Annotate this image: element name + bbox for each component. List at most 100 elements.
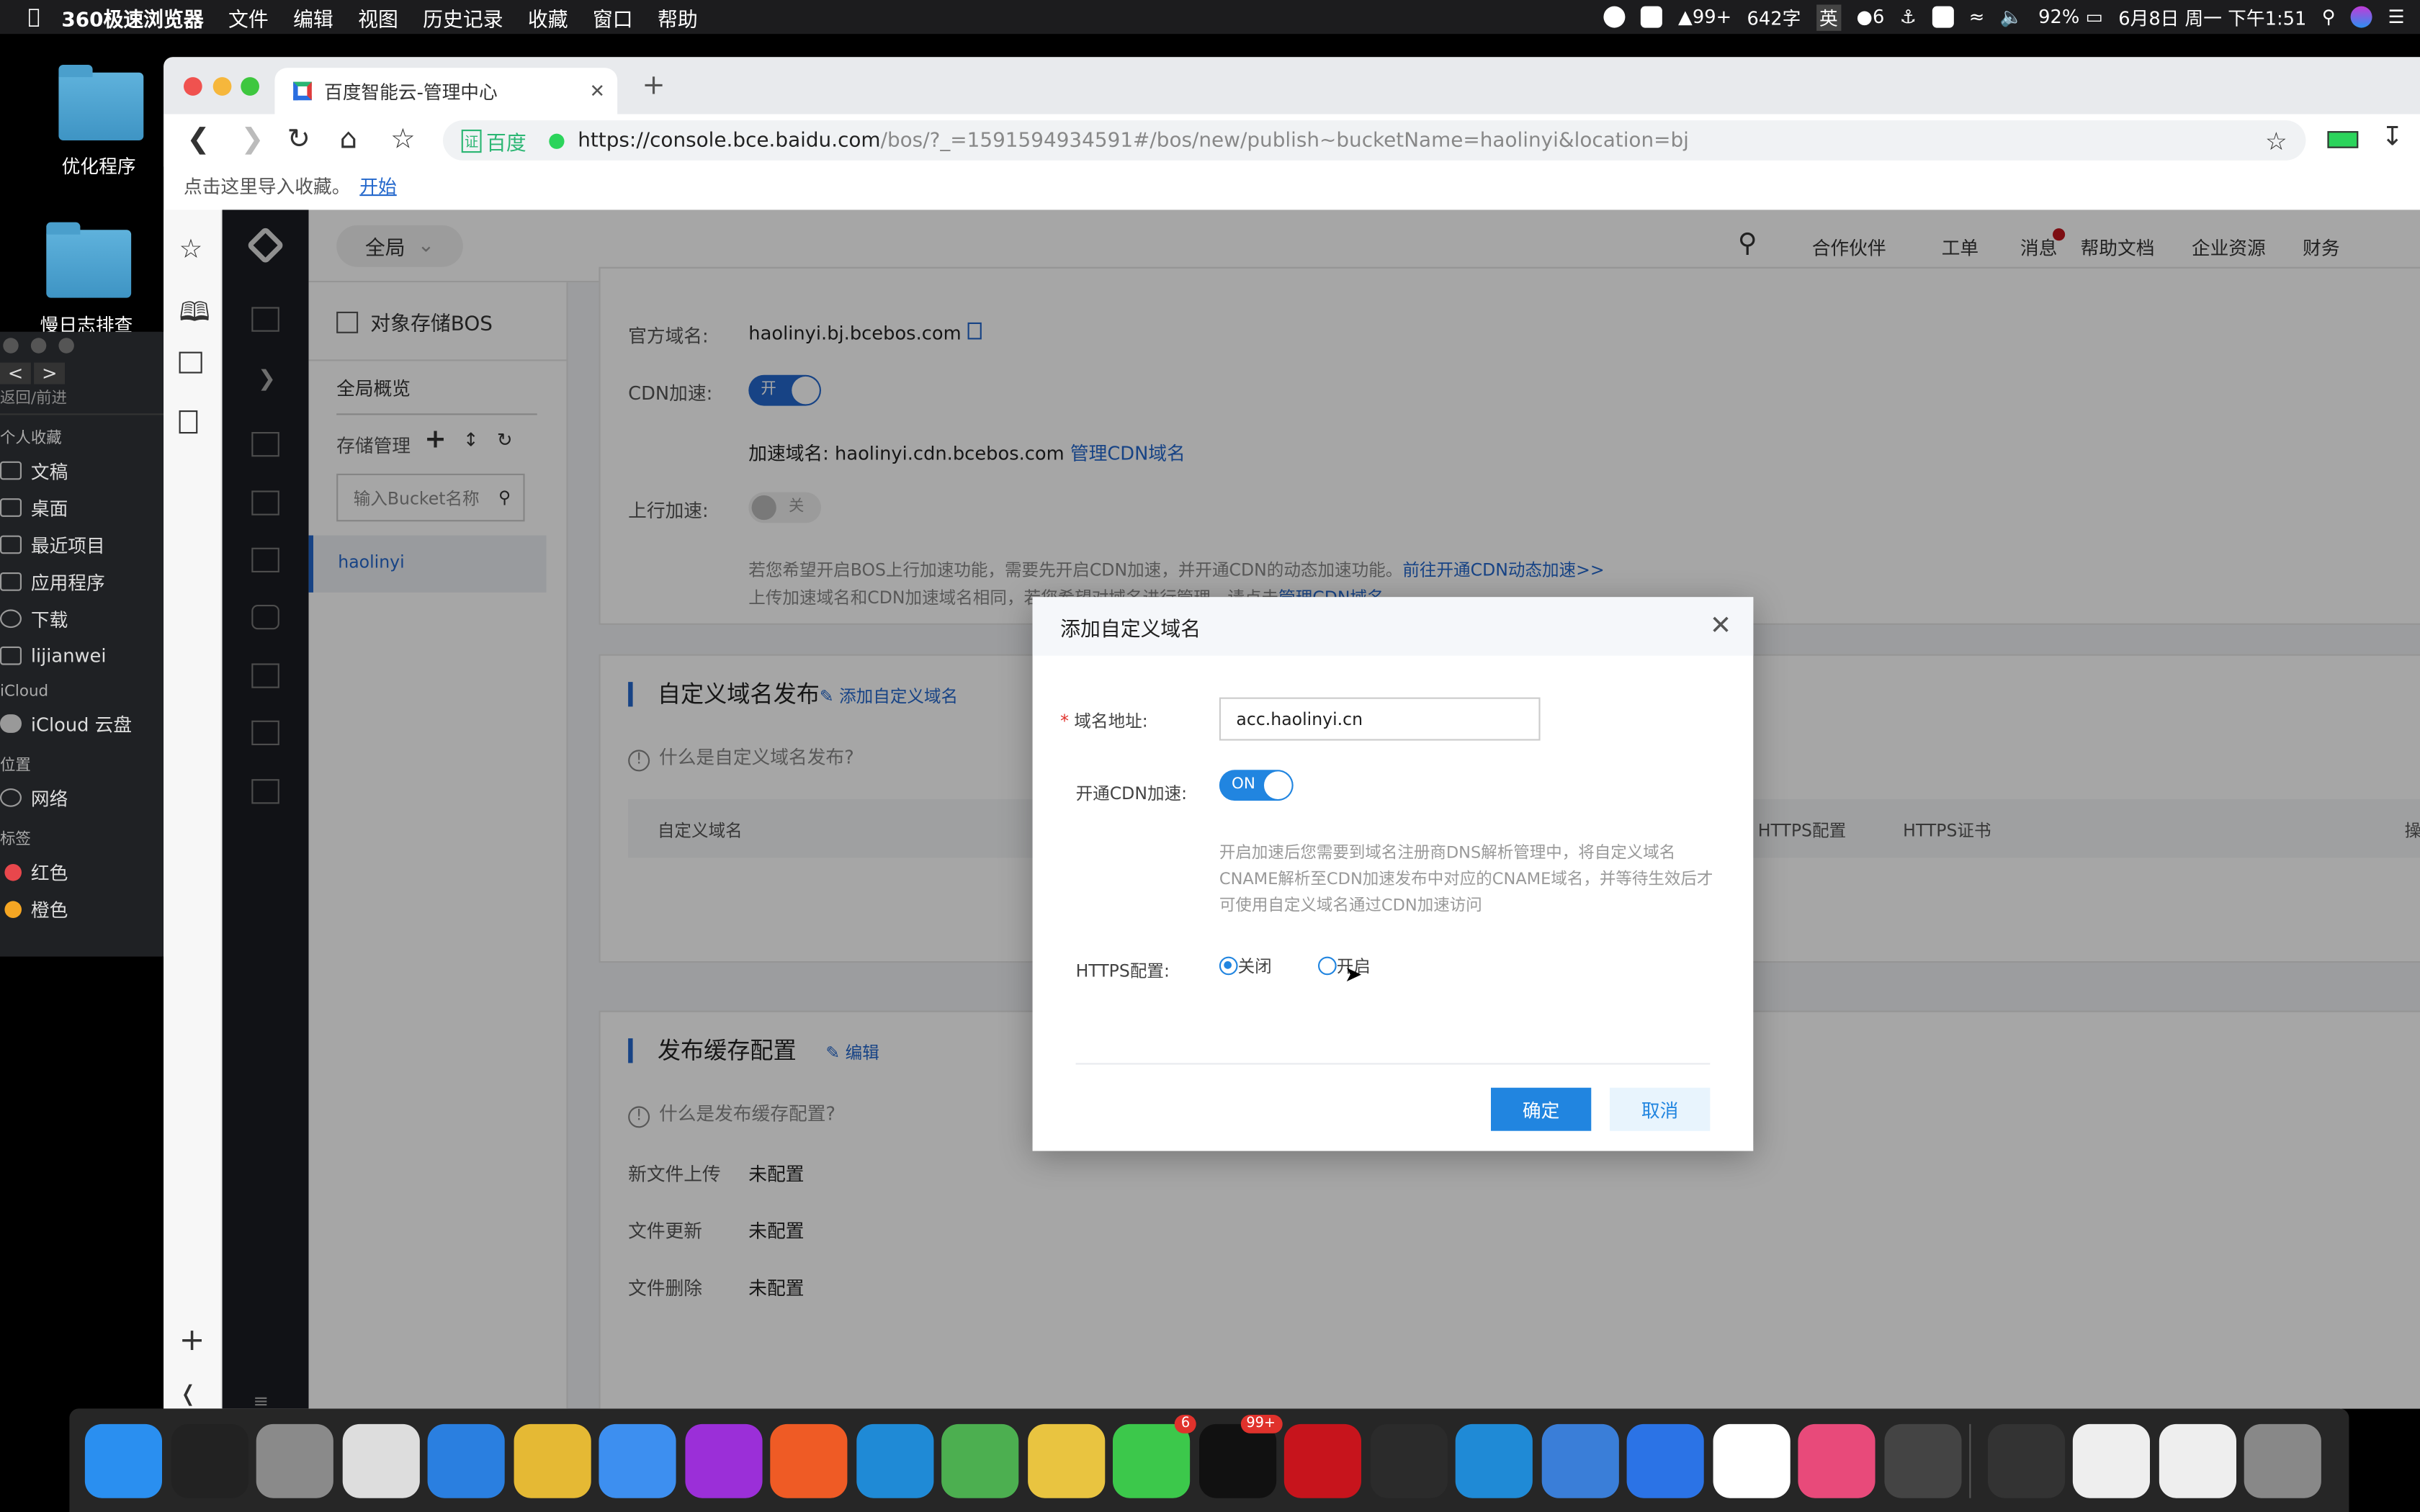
quicktime-icon[interactable]	[1883, 1423, 1961, 1498]
new-tab-button[interactable]: +	[642, 69, 665, 102]
qq-icon[interactable]: 99+	[1198, 1413, 1282, 1498]
back-button[interactable]: <	[0, 362, 31, 384]
finder-item-downloads[interactable]: 下载	[0, 600, 163, 637]
reload-icon[interactable]: ↻	[287, 123, 310, 156]
menu-file[interactable]: 文件	[228, 2, 269, 32]
collapse-sidebar-icon[interactable]: ❬	[179, 1382, 197, 1407]
record-icon[interactable]	[1604, 6, 1626, 28]
battery-status[interactable]: 92% ▭	[2038, 6, 2103, 28]
vscode-insiders-icon[interactable]	[1455, 1423, 1533, 1498]
wifi-icon[interactable]: ≈	[1969, 6, 1985, 28]
finder-item-label: 最近项目	[30, 534, 105, 557]
qq-status[interactable]: ▲99+	[1678, 6, 1731, 28]
menu-help[interactable]: 帮助	[658, 2, 698, 32]
apple-icon[interactable]: 	[28, 6, 40, 29]
https-off-radio[interactable]: 关闭	[1219, 953, 1272, 978]
window-thumb-icon[interactable]	[2158, 1423, 2236, 1498]
battery-extension-icon[interactable]	[2327, 131, 2359, 148]
maximize-window-button[interactable]	[241, 77, 259, 96]
docker-icon[interactable]: ⚓	[1900, 6, 1917, 28]
desktop-icon-label[interactable]: 优化程序	[30, 153, 169, 179]
terminal-icon[interactable]	[179, 351, 202, 374]
sequel-icon[interactable]	[1027, 1423, 1105, 1498]
menu-window[interactable]: 窗口	[593, 2, 633, 32]
dock-separator	[1969, 1423, 1971, 1498]
finder-item-recents[interactable]: 最近项目	[0, 526, 163, 563]
code-editor-icon[interactable]	[1369, 1423, 1447, 1498]
close-icon[interactable]: ✕	[1710, 611, 1732, 642]
netease-music-icon[interactable]	[1283, 1423, 1361, 1498]
launchpad-icon[interactable]	[256, 1423, 333, 1498]
finder-icon[interactable]	[84, 1423, 162, 1498]
menu-bookmarks[interactable]: 收藏	[528, 2, 568, 32]
clock[interactable]: 6月8日 周一 下午1:51	[2118, 4, 2306, 30]
menu-edit[interactable]: 编辑	[293, 2, 333, 32]
forward-button[interactable]: >	[34, 362, 66, 384]
finder-item-icloud[interactable]: iCloud 云盘	[0, 705, 163, 742]
favorite-star-icon[interactable]: ☆	[2265, 126, 2287, 156]
reading-list-icon[interactable]: 🕮	[179, 293, 210, 338]
folder-icon[interactable]	[58, 64, 144, 140]
window-controls	[0, 332, 163, 354]
close-dot[interactable]	[3, 338, 19, 354]
paw-arrow-icon[interactable]	[427, 1423, 505, 1498]
notification-center-icon[interactable]: ☰	[2388, 6, 2405, 28]
forward-icon[interactable]: ❯	[241, 123, 264, 156]
minimize-window-button[interactable]	[212, 77, 232, 96]
pencil-app-icon[interactable]	[599, 1423, 676, 1498]
siri-icon[interactable]	[2351, 6, 2373, 28]
download-icon	[0, 609, 22, 629]
close-tab-icon[interactable]: ✕	[589, 80, 605, 102]
finder-item-network[interactable]: 网络	[0, 779, 163, 816]
download-icon[interactable]: ↧	[2381, 122, 2403, 153]
cdn-toggle[interactable]: ON	[1219, 770, 1294, 801]
confirm-button[interactable]: 确定	[1491, 1087, 1592, 1131]
favorites-icon[interactable]: ☆	[179, 235, 203, 266]
window-thumb-icon[interactable]	[2072, 1423, 2150, 1498]
finder-item-documents[interactable]: 文稿	[0, 452, 163, 489]
milk-jug-icon[interactable]	[341, 1423, 419, 1498]
minimize-dot[interactable]	[30, 338, 47, 354]
dialog-header: 添加自定义域名	[1032, 597, 1754, 656]
domain-input[interactable]	[1219, 697, 1541, 741]
input-method[interactable]: 英	[1816, 4, 1842, 30]
notes-icon[interactable]	[1641, 6, 1663, 28]
close-window-button[interactable]	[183, 77, 202, 96]
menu-view[interactable]: 视图	[358, 2, 398, 32]
volume-icon[interactable]: 🔈	[2000, 6, 2023, 28]
postman-icon[interactable]	[770, 1423, 848, 1498]
finder-item-applications[interactable]: 应用程序	[0, 563, 163, 600]
zoom-dot[interactable]	[58, 338, 74, 354]
menu-history[interactable]: 历史记录	[423, 2, 503, 32]
s-app-icon[interactable]	[1932, 6, 1954, 28]
transmit-truck-icon[interactable]	[513, 1423, 591, 1498]
finder-item-home[interactable]: lijianwei	[0, 637, 163, 674]
bookmark-star-icon[interactable]: ☆	[390, 123, 416, 156]
cancel-button[interactable]: 取消	[1610, 1087, 1711, 1131]
window-thumb-icon[interactable]	[1986, 1423, 2065, 1498]
add-icon[interactable]: +	[179, 1320, 205, 1357]
folder-icon[interactable]	[46, 222, 132, 298]
spotlight-icon[interactable]: ⚲	[2322, 6, 2336, 28]
address-bar[interactable]: 证 百度 ● https://console.bce.baidu.com/bos…	[443, 120, 2306, 161]
wechat-icon[interactable]: 6	[1113, 1413, 1196, 1498]
colorful-app-icon[interactable]	[1798, 1423, 1876, 1498]
vscode-icon[interactable]	[856, 1423, 933, 1498]
finder-item-desktop[interactable]: 桌面	[0, 489, 163, 526]
trash-icon[interactable]	[2244, 1423, 2321, 1498]
browser-tab[interactable]: 百度智能云-管理中心 ✕	[274, 68, 618, 114]
finder-tag-orange[interactable]: 橙色	[0, 890, 163, 927]
xcode-instruments-icon[interactable]	[1541, 1423, 1618, 1498]
finder-tag-red[interactable]: 红色	[0, 853, 163, 890]
wps-icon[interactable]	[1626, 1423, 1704, 1498]
menu-app-name[interactable]: 360极速浏览器	[61, 2, 203, 32]
phpstorm-icon[interactable]	[684, 1423, 762, 1498]
back-icon[interactable]: ❮	[187, 123, 210, 156]
infuse-icon[interactable]	[1712, 1423, 1790, 1498]
notes-icon[interactable]	[179, 410, 198, 434]
terminal-icon[interactable]	[170, 1423, 248, 1498]
home-icon[interactable]: ⌂	[339, 123, 357, 156]
wechat-status[interactable]: ●6	[1857, 6, 1885, 28]
chrome-icon[interactable]	[941, 1423, 1019, 1498]
import-bookmarks-link[interactable]: 开始	[359, 172, 396, 198]
